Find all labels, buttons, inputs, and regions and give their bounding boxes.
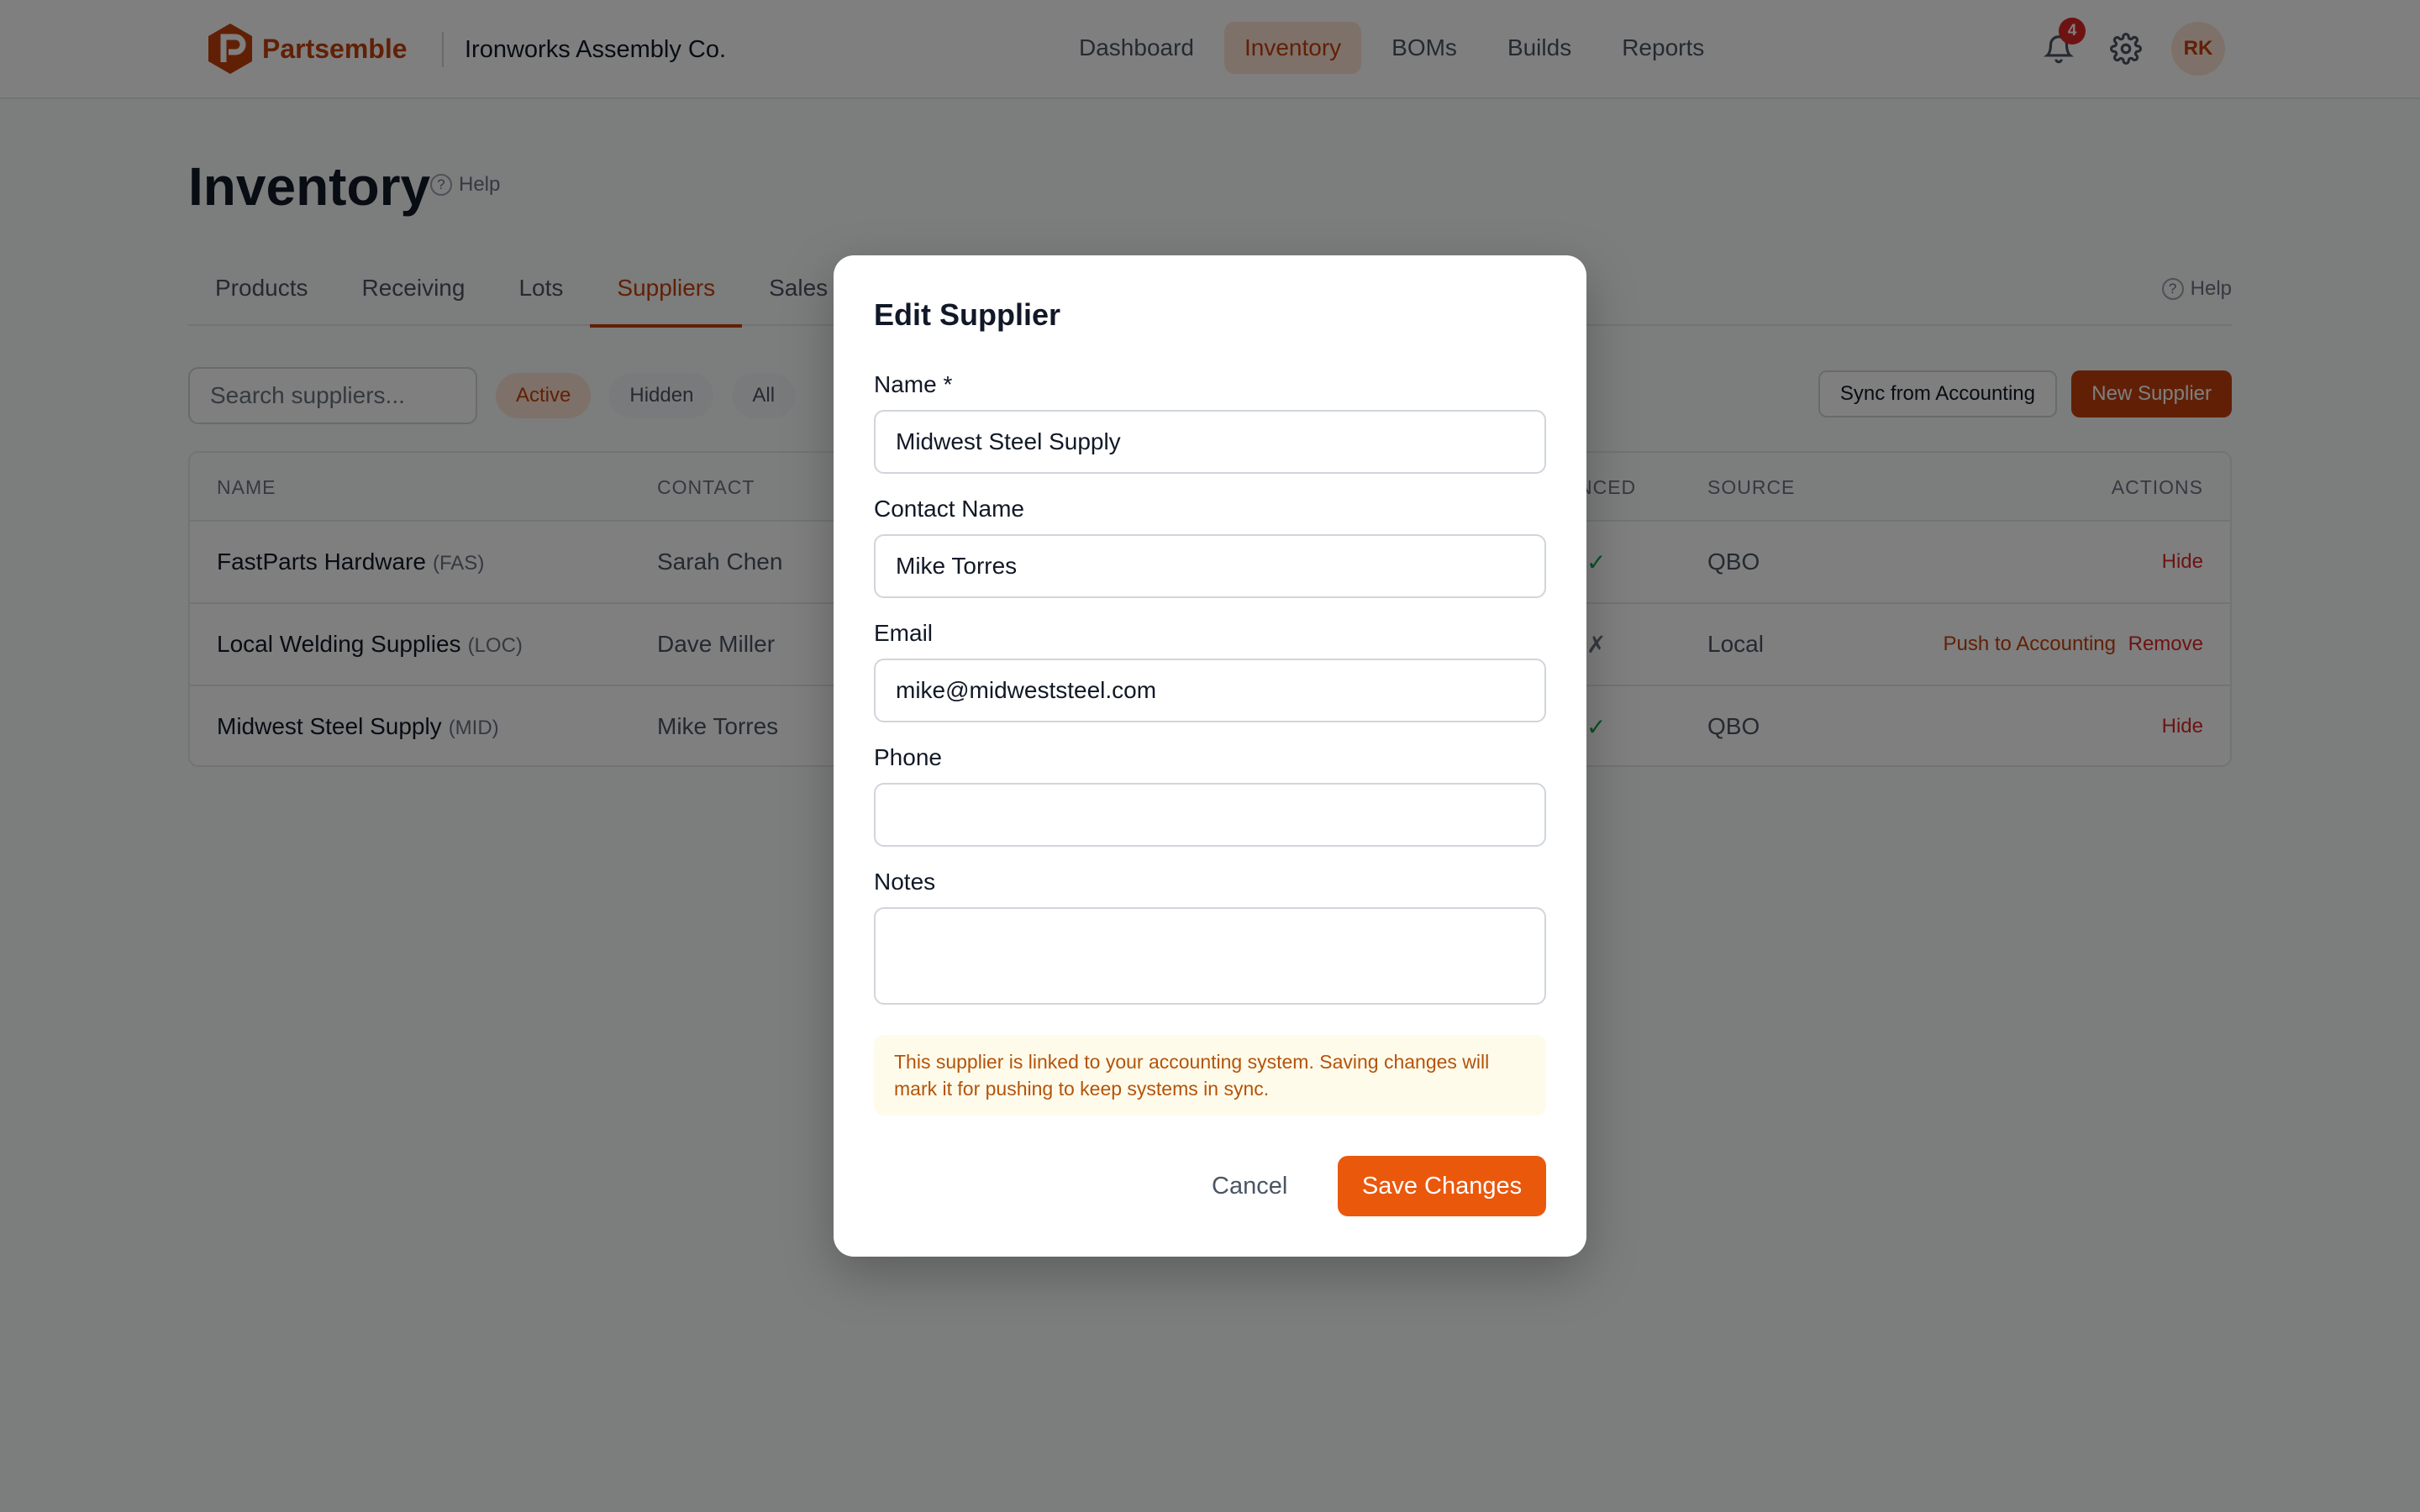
contact-name-field[interactable]	[874, 534, 1546, 598]
phone-label: Phone	[874, 744, 942, 770]
name-label: Name *	[874, 371, 953, 397]
phone-field[interactable]	[874, 783, 1546, 847]
cancel-button[interactable]: Cancel	[1193, 1156, 1306, 1216]
notes-label: Notes	[874, 869, 936, 895]
save-changes-button[interactable]: Save Changes	[1338, 1156, 1546, 1216]
contact-name-label: Contact Name	[874, 496, 1024, 522]
name-field[interactable]	[874, 410, 1546, 474]
accounting-sync-notice: This supplier is linked to your accounti…	[874, 1035, 1546, 1116]
email-field[interactable]	[874, 659, 1546, 722]
email-label: Email	[874, 620, 934, 646]
dialog-title: Edit Supplier	[874, 297, 1061, 332]
edit-supplier-dialog: Edit Supplier Name * Contact Name Email …	[834, 255, 1586, 1257]
notes-field[interactable]	[874, 907, 1546, 1005]
